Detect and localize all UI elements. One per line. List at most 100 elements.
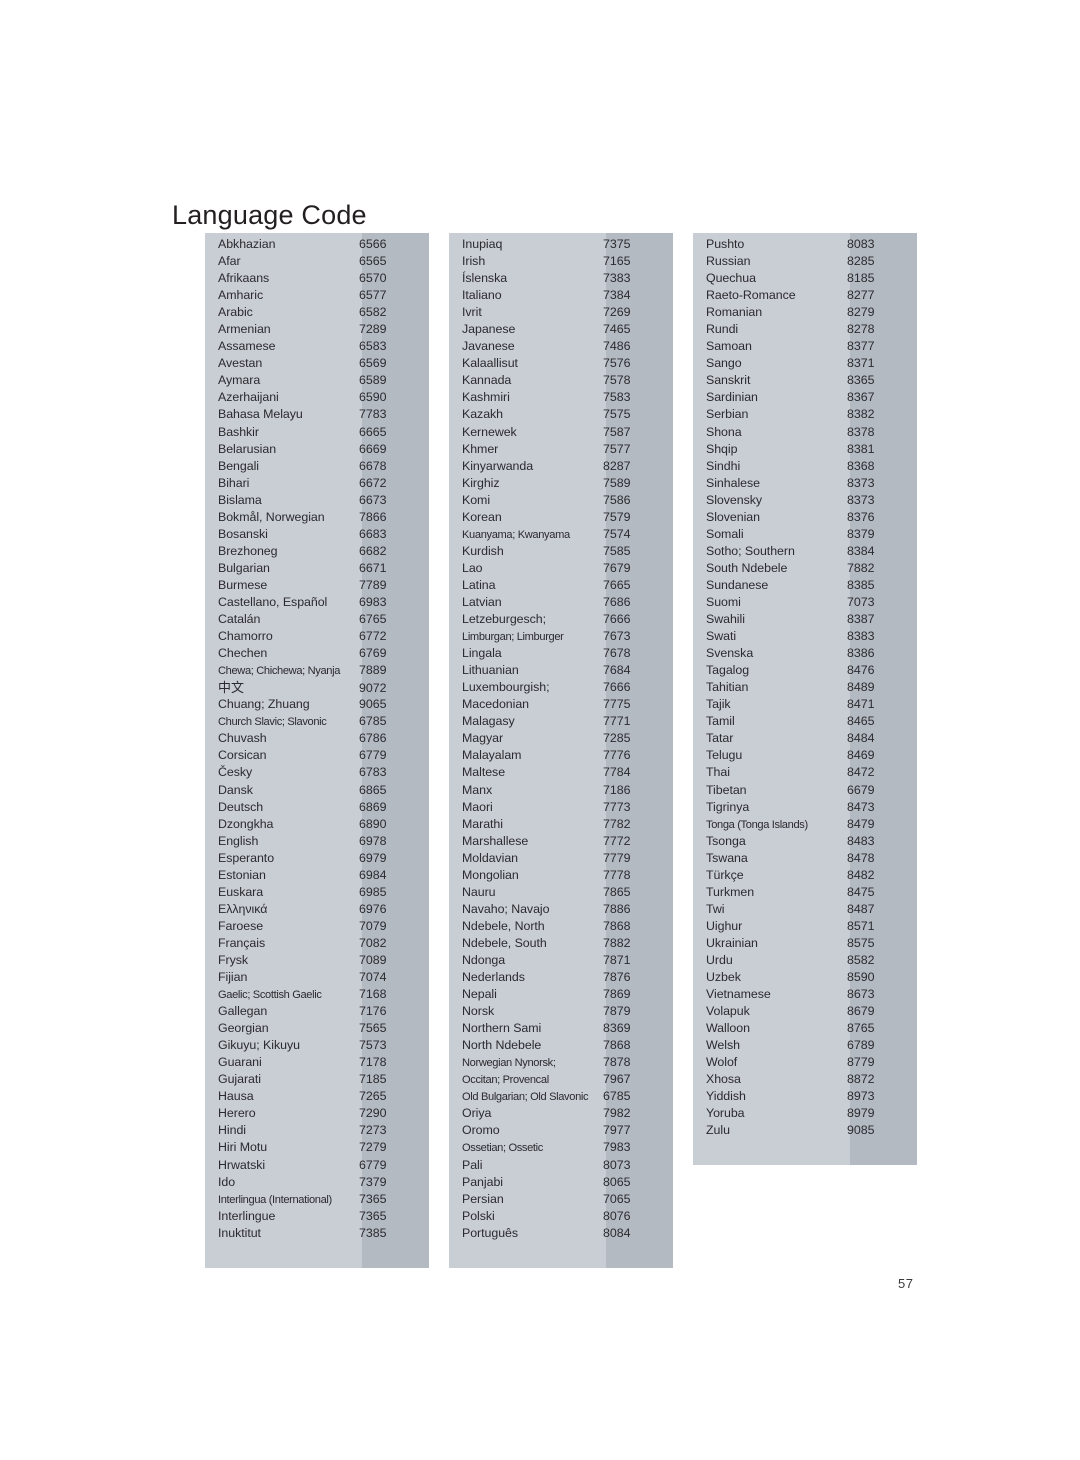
language-code: 7379 (359, 1174, 387, 1189)
language-name: Ndonga (462, 952, 506, 967)
table-row: Ukrainian 8575 (693, 935, 917, 952)
table-row: Tibetan 6679 (693, 782, 917, 799)
language-name: Inupiaq (462, 237, 503, 251)
table-row: Sango 8371 (693, 355, 917, 372)
language-code: 6682 (359, 543, 387, 558)
language-rows-2: Inupiaq 7375 Irish 7165 Íslenska 7383 Italiano… (449, 236, 673, 1242)
language-code: 8765 (847, 1021, 875, 1036)
language-name: Faroese (218, 918, 264, 933)
table-row: 中文 9072 (205, 679, 429, 696)
table-row: Assamese 6583 (205, 338, 429, 355)
language-code: 7778 (603, 867, 631, 882)
language-name: Azerhaijani (218, 390, 279, 405)
language-name: Bashkir (218, 424, 259, 439)
language-code: 7782 (603, 816, 631, 831)
table-row: Manx 7186 (449, 782, 673, 799)
language-name: Moldavian (462, 850, 519, 865)
language-code: 7776 (603, 748, 631, 763)
language-code: 7686 (603, 594, 631, 609)
language-name: Korean (462, 509, 502, 524)
table-row: Afar 6565 (205, 253, 429, 270)
language-code: 8368 (847, 458, 875, 473)
table-row: Abkhazian 6566 (205, 236, 429, 253)
language-code: 7983 (603, 1140, 631, 1155)
table-row: Javanese 7486 (449, 338, 673, 355)
table-row: Letzeburgesch; 7666 (449, 611, 673, 628)
language-name: Lithuanian (462, 663, 519, 678)
language-column-1: Abkhazian 6566 Afar 6565 Afrikaans 6570 Amhari… (205, 233, 429, 1268)
language-name: Somali (706, 526, 744, 541)
language-code: 7585 (603, 543, 631, 558)
language-code: 7868 (603, 918, 631, 933)
table-row: Aymara 6589 (205, 372, 429, 389)
language-name: Raeto-Romance (706, 288, 796, 303)
language-name: Nederlands (462, 970, 525, 985)
table-row: Twi 8487 (693, 901, 917, 918)
table-row: Malagasy 7771 (449, 713, 673, 730)
table-row: Marshallese 7772 (449, 833, 673, 850)
language-code: 6769 (359, 646, 387, 661)
language-name: Português (462, 1225, 519, 1240)
language-code: 7982 (603, 1106, 631, 1121)
language-name: Polski (462, 1208, 495, 1223)
table-row: Estonian 6984 (205, 867, 429, 884)
language-name: Magyar (462, 731, 504, 746)
table-row: Oromo 7977 (449, 1122, 673, 1139)
language-name: Burmese (218, 577, 268, 592)
language-code: 8872 (847, 1072, 875, 1087)
table-row: Sindhi 8368 (693, 458, 917, 475)
language-code: 8073 (603, 1157, 631, 1172)
language-name: Kinyarwanda (462, 458, 534, 473)
language-code: 7879 (603, 1004, 631, 1019)
language-code: 6983 (359, 594, 387, 609)
language-code: 8279 (847, 305, 875, 320)
table-row: Rundi 8278 (693, 321, 917, 338)
language-code: 7583 (603, 390, 631, 405)
language-code: 7269 (603, 305, 631, 320)
language-name: Gujarati (218, 1072, 261, 1087)
language-code: 6865 (359, 782, 387, 797)
language-name: Xhosa (706, 1072, 741, 1087)
language-name: Slovensky (706, 492, 763, 507)
table-row: Esperanto 6979 (205, 850, 429, 867)
language-name: Interlingua (International) (218, 1193, 332, 1206)
table-row: Ndonga 7871 (449, 952, 673, 969)
language-code: 6565 (359, 254, 387, 269)
language-name: Georgian (218, 1021, 269, 1036)
table-row: Kernewek 7587 (449, 424, 673, 441)
language-name: Chewa; Chichewa; Nyanja (218, 665, 341, 678)
language-code: 6785 (359, 714, 387, 729)
table-row: Navaho; Navajo 7886 (449, 901, 673, 918)
language-name: Ndebele, South (462, 935, 547, 950)
language-name: Turkmen (706, 884, 755, 899)
language-code: 6673 (359, 492, 387, 507)
language-name: Twi (706, 901, 725, 916)
language-code: 8476 (847, 663, 875, 678)
table-row: Catalán 6765 (205, 611, 429, 628)
language-name: Tibetan (706, 782, 747, 797)
table-row: Sundanese 8385 (693, 577, 917, 594)
table-row: Irish 7165 (449, 253, 673, 270)
language-name: Assamese (218, 339, 276, 354)
language-code: 7589 (603, 475, 631, 490)
language-name: Komi (462, 492, 491, 507)
language-code: 8084 (603, 1225, 631, 1240)
table-row: Vietnamese 8673 (693, 986, 917, 1003)
language-name: Javanese (462, 339, 515, 354)
language-name: Shona (706, 424, 742, 439)
language-name: Chuang; Zhuang (218, 697, 310, 712)
language-code: 8385 (847, 577, 875, 592)
table-row: Dzongkha 6890 (205, 816, 429, 833)
table-row: Euskara 6985 (205, 884, 429, 901)
table-row: Tigrinya 8473 (693, 799, 917, 816)
language-name: Français (218, 935, 266, 950)
language-name: 中文 (218, 680, 244, 696)
language-code: 8369 (603, 1021, 631, 1036)
table-row: Moldavian 7779 (449, 850, 673, 867)
language-code: 8378 (847, 424, 875, 439)
language-name: Japanese (462, 322, 516, 337)
table-row: Tagalog 8476 (693, 662, 917, 679)
language-code: 8383 (847, 629, 875, 644)
language-code: 6976 (359, 901, 387, 916)
page-title: Language Code (172, 200, 367, 231)
